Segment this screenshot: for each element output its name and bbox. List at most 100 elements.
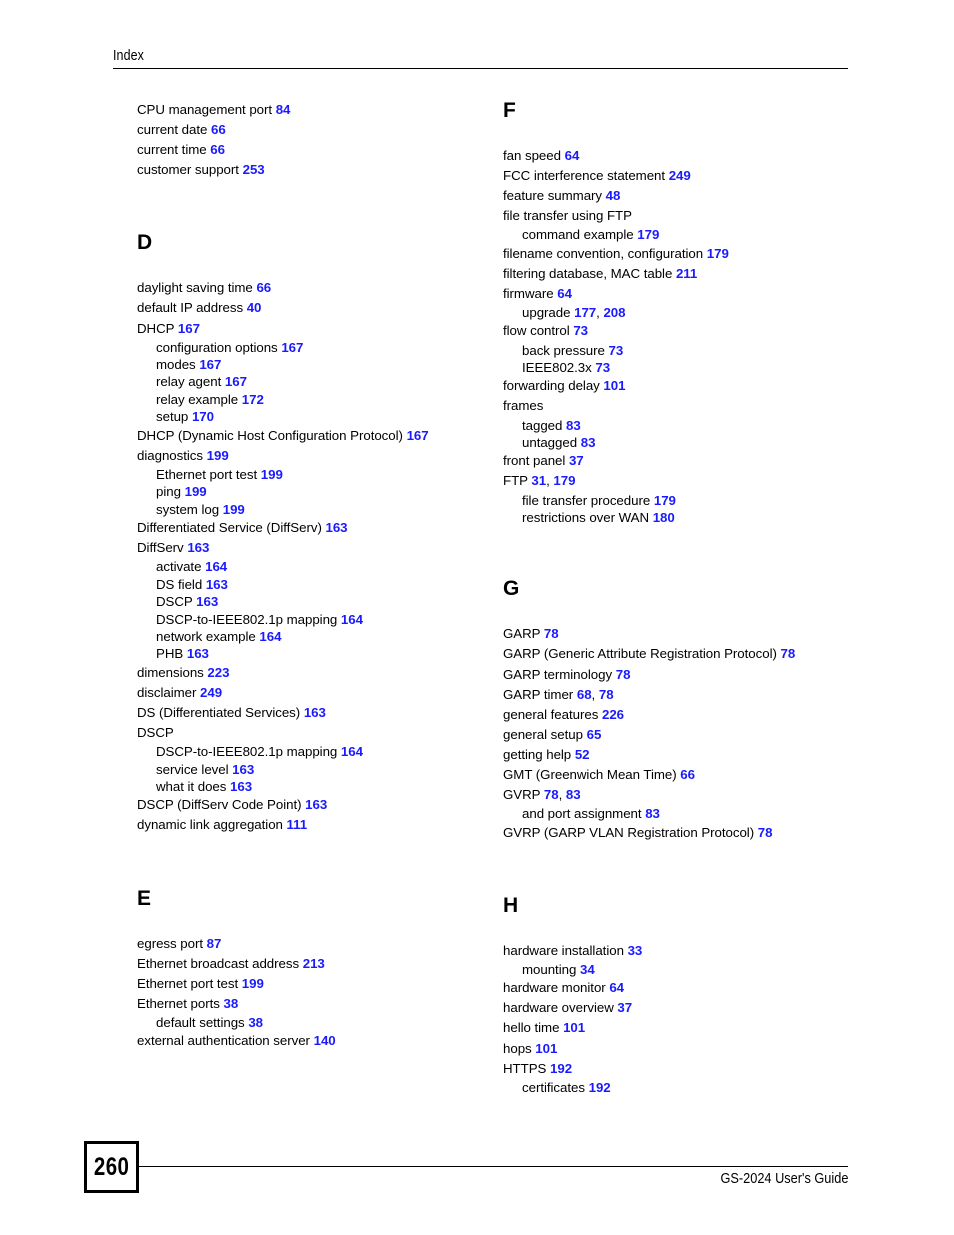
page-reference[interactable]: 179 bbox=[553, 473, 575, 488]
page-reference[interactable]: 167 bbox=[199, 357, 221, 372]
page-reference[interactable]: 192 bbox=[550, 1061, 572, 1076]
page-reference[interactable]: 199 bbox=[185, 484, 207, 499]
page-reference[interactable]: 249 bbox=[200, 685, 222, 700]
page-reference[interactable]: 163 bbox=[232, 762, 254, 777]
page-reference[interactable]: 199 bbox=[223, 502, 245, 517]
page-reference[interactable]: 163 bbox=[187, 540, 209, 555]
page-reference[interactable]: 163 bbox=[187, 646, 209, 661]
page-reference[interactable]: 83 bbox=[566, 787, 581, 802]
page-reference[interactable]: 68 bbox=[577, 687, 592, 702]
index-entry: dynamic link aggregation 111 bbox=[137, 815, 497, 835]
index-subentry: command example 179 bbox=[503, 226, 863, 243]
index-entry-label: default IP address bbox=[137, 300, 244, 316]
page-reference[interactable]: 180 bbox=[653, 510, 675, 525]
page-reference[interactable]: 31 bbox=[531, 473, 546, 488]
page-reference[interactable]: 167 bbox=[225, 374, 247, 389]
page-reference[interactable]: 167 bbox=[407, 428, 429, 443]
page-reference[interactable]: 164 bbox=[341, 612, 363, 627]
page-reference[interactable]: 52 bbox=[575, 747, 590, 762]
page-reference[interactable]: 199 bbox=[242, 976, 264, 991]
page-reference[interactable]: 66 bbox=[211, 122, 226, 137]
page-reference[interactable]: 78 bbox=[616, 667, 631, 682]
page-reference[interactable]: 163 bbox=[304, 705, 326, 720]
page-reference[interactable]: 64 bbox=[609, 980, 624, 995]
page-reference[interactable]: 199 bbox=[261, 467, 283, 482]
page-reference[interactable]: 172 bbox=[242, 392, 264, 407]
page-reference[interactable]: 167 bbox=[281, 340, 303, 355]
page-reference[interactable]: 163 bbox=[305, 797, 327, 812]
page-reference[interactable]: 253 bbox=[243, 162, 265, 177]
page-reference[interactable]: 111 bbox=[287, 817, 308, 832]
page-reference[interactable]: 37 bbox=[569, 453, 584, 468]
page-reference[interactable]: 73 bbox=[595, 360, 610, 375]
index-entry-label: ping bbox=[156, 484, 181, 500]
page-reference[interactable]: 192 bbox=[589, 1080, 611, 1095]
page-reference[interactable]: 167 bbox=[178, 321, 200, 336]
page-reference[interactable]: 87 bbox=[207, 936, 222, 951]
page-reference[interactable]: 78 bbox=[758, 825, 773, 840]
page-reference[interactable]: 163 bbox=[196, 594, 218, 609]
index-entry-label: file transfer using FTP bbox=[503, 208, 632, 224]
page-reference[interactable]: 170 bbox=[192, 409, 214, 424]
page-reference[interactable]: 164 bbox=[341, 744, 363, 759]
page-reference[interactable]: 179 bbox=[654, 493, 676, 508]
page-reference[interactable]: 38 bbox=[223, 996, 238, 1011]
page-reference[interactable]: 164 bbox=[259, 629, 281, 644]
page-reference[interactable]: 83 bbox=[581, 435, 596, 450]
page-reference[interactable]: 40 bbox=[247, 300, 262, 315]
page-reference[interactable]: 34 bbox=[580, 962, 595, 977]
page-reference[interactable]: 101 bbox=[603, 378, 625, 393]
page-reference[interactable]: 211 bbox=[676, 266, 697, 281]
page-reference[interactable]: 208 bbox=[603, 305, 625, 320]
page-reference[interactable]: 101 bbox=[563, 1020, 585, 1035]
header-title: Index bbox=[113, 48, 144, 64]
index-entry-label: GARP bbox=[503, 626, 541, 642]
page-reference[interactable]: 78 bbox=[544, 626, 559, 641]
index-entry: FTP 31, 179 bbox=[503, 471, 863, 491]
page-reference[interactable]: 64 bbox=[557, 286, 572, 301]
page-reference[interactable]: 33 bbox=[628, 943, 643, 958]
page-reference[interactable]: 73 bbox=[609, 343, 624, 358]
page-reference[interactable]: 249 bbox=[669, 168, 691, 183]
page-reference[interactable]: 38 bbox=[248, 1015, 263, 1030]
index-entry: GVRP 78, 83 bbox=[503, 785, 863, 805]
page-reference[interactable]: 164 bbox=[205, 559, 227, 574]
page-reference[interactable]: 66 bbox=[210, 142, 225, 157]
page-number: 260 bbox=[93, 1152, 130, 1181]
page-reference[interactable]: 78 bbox=[599, 687, 614, 702]
index-entry-label: file transfer procedure bbox=[522, 492, 651, 508]
page-reference[interactable]: 78 bbox=[781, 646, 796, 661]
page-reference[interactable]: 66 bbox=[256, 280, 271, 295]
index-entry: general setup 65 bbox=[503, 725, 863, 745]
page-reference[interactable]: 163 bbox=[230, 779, 252, 794]
index-subentry: setup 170 bbox=[137, 408, 497, 425]
page-reference[interactable]: 84 bbox=[276, 102, 291, 117]
page-reference[interactable]: 177 bbox=[574, 305, 596, 320]
page-reference[interactable]: 73 bbox=[573, 323, 588, 338]
page-reference[interactable]: 64 bbox=[565, 148, 580, 163]
page-reference[interactable]: 65 bbox=[587, 727, 602, 742]
page-reference[interactable]: 66 bbox=[680, 767, 695, 782]
index-entry-label: Differentiated Service (DiffServ) bbox=[137, 520, 322, 536]
page-reference[interactable]: 199 bbox=[207, 448, 229, 463]
page-reference[interactable]: 179 bbox=[637, 227, 659, 242]
page-reference[interactable]: 223 bbox=[207, 665, 229, 680]
page-reference[interactable]: 37 bbox=[617, 1000, 632, 1015]
page-reference[interactable]: 213 bbox=[303, 956, 325, 971]
index-entry-label: disclaimer bbox=[137, 684, 197, 700]
page-reference[interactable]: 163 bbox=[325, 520, 347, 535]
page-reference[interactable]: 83 bbox=[566, 418, 581, 433]
page-reference[interactable]: 163 bbox=[206, 577, 228, 592]
page-reference[interactable]: 78 bbox=[544, 787, 559, 802]
index-subentry: ping 199 bbox=[137, 483, 497, 500]
page-reference[interactable]: 226 bbox=[602, 707, 624, 722]
index-entry: frames bbox=[503, 396, 863, 416]
page-reference[interactable]: 140 bbox=[314, 1033, 336, 1048]
page-reference[interactable]: 179 bbox=[707, 246, 729, 261]
page-reference[interactable]: 48 bbox=[606, 188, 621, 203]
page-reference[interactable]: 83 bbox=[645, 806, 660, 821]
page-reference[interactable]: 101 bbox=[535, 1041, 557, 1056]
index-entry-label: mounting bbox=[522, 961, 577, 977]
